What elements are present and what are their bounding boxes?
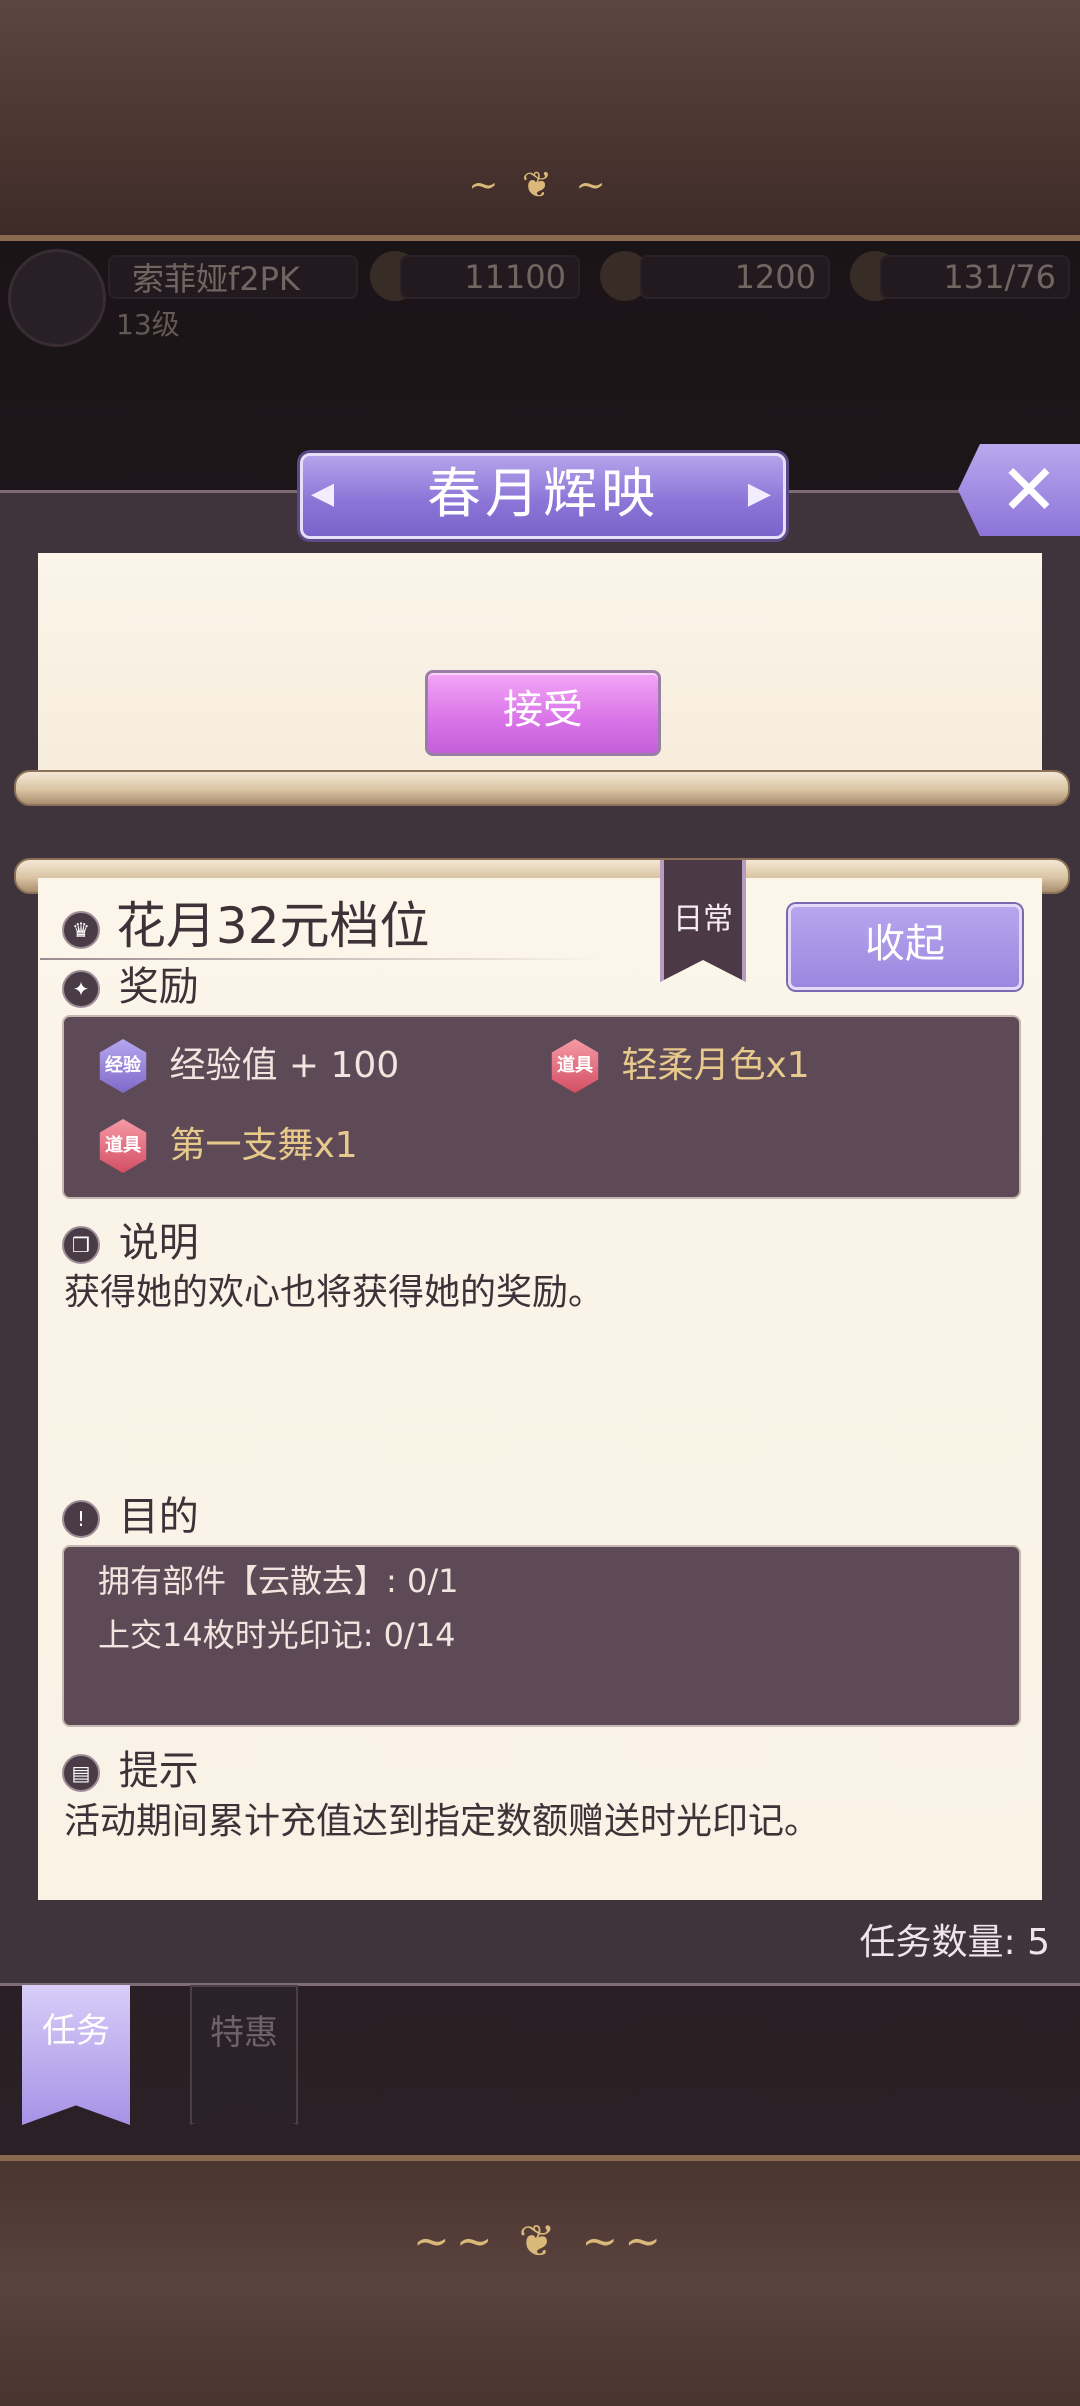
accept-button[interactable]: 接受 <box>425 670 661 756</box>
dialog-title-banner: ◀ 春月辉映 ▶ <box>300 453 786 539</box>
description-text: 获得她的欢心也将获得她的奖励。 <box>64 1272 605 1313</box>
description-heading: ❒ 说明 <box>62 1218 199 1268</box>
reward-label: 第一支舞x1 <box>169 1125 358 1166</box>
task-title-text: 花月32元档位 <box>115 897 430 955</box>
item-badge-icon: 道具 <box>551 1039 599 1093</box>
bottom-decor-band: ~~ ❦ ~~ <box>0 2155 1080 2406</box>
player-level: 13级 <box>116 308 180 341</box>
task-title: ♛ 花月32元档位 <box>62 896 430 956</box>
book-icon: ❒ <box>62 1226 100 1264</box>
goal-panel: 拥有部件【云散去】: 0/1 上交14枚时光印记: 0/14 <box>62 1545 1021 1727</box>
goal-line: 拥有部件【云散去】: 0/1 <box>98 1562 459 1600</box>
title-divider <box>40 958 600 960</box>
reward-label: 经验值 + 100 <box>169 1045 400 1086</box>
task-count: 任务数量: 5 <box>859 1922 1050 1963</box>
hud-bar: 索菲娅f2PK 13级 11100 1200 131/76 <box>0 245 1080 355</box>
reward-heading: ✦ 奖励 <box>62 962 199 1012</box>
tip-heading: ▤ 提示 <box>62 1746 199 1796</box>
collapse-button[interactable]: 收起 <box>788 904 1022 990</box>
top-decor-band: ~ ❦ ~ <box>0 0 1080 241</box>
goal-heading: ! 目的 <box>62 1492 199 1542</box>
note-icon: ▤ <box>62 1754 100 1792</box>
goal-line: 上交14枚时光印记: 0/14 <box>98 1616 456 1654</box>
avatar[interactable] <box>8 249 106 347</box>
description-heading-text: 说明 <box>118 1220 199 1266</box>
close-button[interactable]: ✕ <box>958 444 1080 536</box>
close-icon: ✕ <box>999 449 1059 531</box>
exp-badge-icon: 经验 <box>99 1039 147 1093</box>
bottom-flourish-icon: ~~ ❦ ~~ <box>412 2216 668 2267</box>
tab-tasks[interactable]: 任务 <box>22 1985 130 2125</box>
goal-heading-text: 目的 <box>118 1494 199 1540</box>
reward-heading-text: 奖励 <box>118 964 199 1010</box>
scroll-rod-upper <box>14 770 1070 806</box>
tab-deals[interactable]: 特惠 <box>190 1985 298 2125</box>
dialog-title: 春月辉映 <box>427 462 659 525</box>
reward-item[interactable]: 经验 经验值 + 100 <box>96 1037 399 1094</box>
top-flourish-icon: ~ ❦ ~ <box>468 165 612 206</box>
gold-counter: 11100 <box>400 255 580 299</box>
crown-icon: ♛ <box>62 910 100 949</box>
chevron-left-icon: ◀ <box>311 476 339 511</box>
reward-label: 轻柔月色x1 <box>621 1045 810 1086</box>
player-name: 索菲娅f2PK <box>108 255 358 299</box>
gem-counter: 1200 <box>640 255 830 299</box>
gift-icon: ✦ <box>62 970 100 1008</box>
reward-item[interactable]: 道具 轻柔月色x1 <box>548 1037 810 1094</box>
chevron-right-icon: ▶ <box>747 476 775 511</box>
stamina-counter: 131/76 <box>880 255 1070 299</box>
tip-heading-text: 提示 <box>118 1748 199 1794</box>
exclamation-icon: ! <box>62 1500 100 1538</box>
reward-panel: 经验 经验值 + 100 道具 轻柔月色x1 道具 第一支舞x1 <box>62 1015 1021 1199</box>
reward-item[interactable]: 道具 第一支舞x1 <box>96 1117 358 1174</box>
tip-text: 活动期间累计充值达到指定数额赠送时光印记。 <box>64 1801 821 1842</box>
item-badge-icon: 道具 <box>99 1119 147 1173</box>
